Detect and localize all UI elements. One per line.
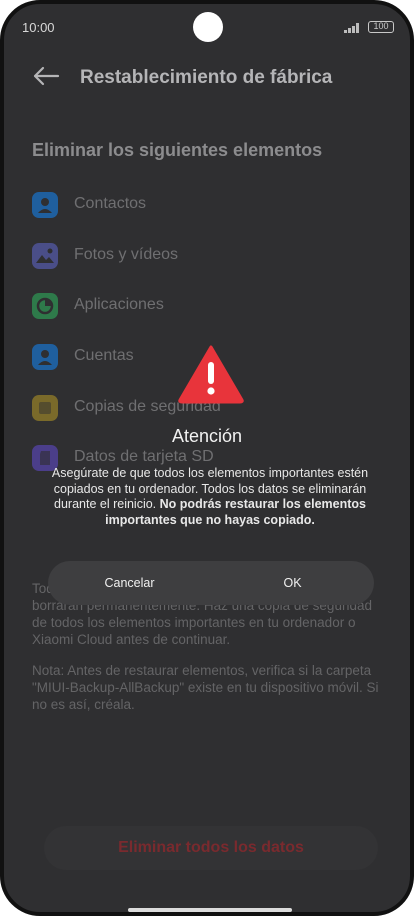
- ok-button[interactable]: OK: [211, 561, 374, 605]
- status-bar: 10:00 100: [4, 4, 410, 48]
- signal-icon: [344, 23, 362, 33]
- list-item-contacts: Contactos: [32, 190, 372, 218]
- contacts-icon: [32, 192, 58, 218]
- warning-icon: [178, 345, 244, 404]
- battery-level: 100: [373, 21, 389, 31]
- dialog-message: Asegúrate de que todos los elementos imp…: [50, 466, 370, 528]
- dialog-title: Atención: [171, 426, 243, 446]
- backup-note: Nota: Antes de restaurar elementos, veri…: [32, 663, 379, 712]
- phone-screen: 10:00 100 Restablecimiento de fábrica El…: [0, 0, 414, 916]
- apps-icon: [32, 293, 58, 319]
- list-item-label: Fotos y vídeos: [74, 246, 179, 263]
- home-indicator[interactable]: [128, 908, 292, 912]
- battery-icon: 100: [368, 21, 394, 33]
- list-item-label: Aplicaciones: [74, 296, 164, 313]
- cancel-button[interactable]: Cancelar: [48, 561, 211, 605]
- accounts-icon: [32, 344, 58, 370]
- photos-icon: [32, 243, 58, 269]
- app-header: Restablecimiento de fábrica: [4, 56, 410, 100]
- section-title: Eliminar los siguientes elementos: [32, 140, 323, 160]
- dialog-button-bar: Cancelar OK: [48, 561, 374, 605]
- list-item-photos: Fotos y vídeos: [32, 241, 372, 269]
- erase-all-data-button: Eliminar todos los datos: [44, 826, 378, 870]
- clock: 10:00: [22, 20, 55, 35]
- backup-icon: [32, 395, 58, 421]
- page-title: Restablecimiento de fábrica: [80, 67, 333, 88]
- list-item-label: Cuentas: [74, 347, 134, 364]
- back-arrow-icon[interactable]: [32, 66, 60, 86]
- front-camera: [193, 12, 223, 42]
- list-item-apps: Aplicaciones: [32, 291, 372, 319]
- list-item-label: Datos de tarjeta SD: [74, 448, 214, 465]
- list-item-label: Contactos: [74, 195, 147, 212]
